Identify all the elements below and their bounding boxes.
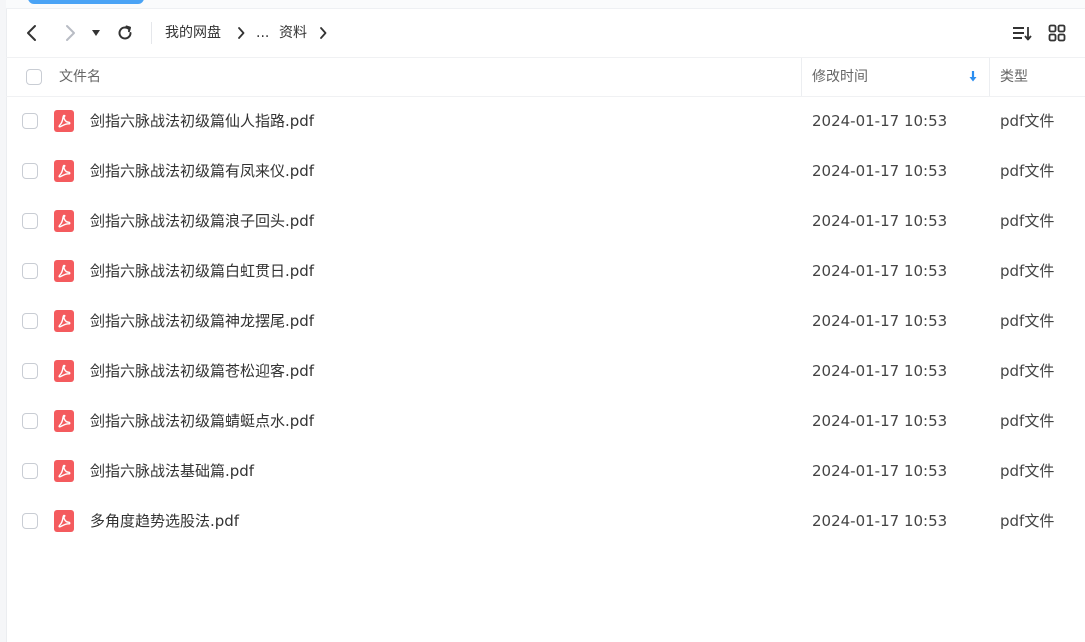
forward-button[interactable] bbox=[58, 21, 82, 45]
file-type: pdf文件 bbox=[1000, 362, 1055, 380]
file-modified-time: 2024-01-17 10:53 bbox=[812, 412, 948, 430]
breadcrumb-separator-icon bbox=[316, 23, 330, 43]
file-modified-time: 2024-01-17 10:53 bbox=[812, 312, 948, 330]
row-checkbox[interactable] bbox=[22, 513, 38, 529]
table-row[interactable]: 剑指六脉战法初级篇苍松迎客.pdf 2024-01-17 10:53 pdf文件 bbox=[6, 346, 1085, 396]
row-checkbox[interactable] bbox=[22, 263, 38, 279]
row-checkbox[interactable] bbox=[22, 463, 38, 479]
pdf-file-icon bbox=[54, 510, 74, 532]
table-row[interactable]: 剑指六脉战法初级篇有凤来仪.pdf 2024-01-17 10:53 pdf文件 bbox=[6, 146, 1085, 196]
sort-list-icon bbox=[1013, 27, 1032, 41]
breadcrumb-current[interactable]: 资料 bbox=[279, 23, 307, 43]
pdf-file-icon bbox=[54, 110, 74, 132]
table-row[interactable]: 剑指六脉战法初级篇蜻蜓点水.pdf 2024-01-17 10:53 pdf文件 bbox=[6, 396, 1085, 446]
table-row[interactable]: 多角度趋势选股法.pdf 2024-01-17 10:53 pdf文件 bbox=[6, 496, 1085, 546]
table-header: 文件名 修改时间 类型 bbox=[6, 57, 1085, 97]
file-modified-time: 2024-01-17 10:53 bbox=[812, 462, 948, 480]
file-type: pdf文件 bbox=[1000, 462, 1055, 480]
table-row[interactable]: 剑指六脉战法初级篇神龙摆尾.pdf 2024-01-17 10:53 pdf文件 bbox=[6, 296, 1085, 346]
file-name[interactable]: 剑指六脉战法初级篇有凤来仪.pdf bbox=[90, 146, 314, 196]
file-name[interactable]: 剑指六脉战法初级篇浪子回头.pdf bbox=[90, 196, 314, 246]
file-name[interactable]: 剑指六脉战法初级篇神龙摆尾.pdf bbox=[90, 296, 314, 346]
file-type: pdf文件 bbox=[1000, 512, 1055, 530]
pdf-file-icon bbox=[54, 360, 74, 382]
file-modified-time: 2024-01-17 10:53 bbox=[812, 512, 948, 530]
file-type: pdf文件 bbox=[1000, 262, 1055, 280]
file-modified-time: 2024-01-17 10:53 bbox=[812, 212, 948, 230]
refresh-icon bbox=[118, 25, 132, 40]
file-type: pdf文件 bbox=[1000, 162, 1055, 180]
row-checkbox[interactable] bbox=[22, 163, 38, 179]
toolbar-divider bbox=[151, 22, 152, 44]
row-checkbox[interactable] bbox=[22, 413, 38, 429]
sort-descending-indicator[interactable] bbox=[968, 70, 978, 84]
pdf-file-icon bbox=[54, 260, 74, 282]
file-modified-time: 2024-01-17 10:53 bbox=[812, 362, 948, 380]
table-row[interactable]: 剑指六脉战法初级篇白虹贯日.pdf 2024-01-17 10:53 pdf文件 bbox=[6, 246, 1085, 296]
pdf-file-icon bbox=[54, 210, 74, 232]
toolbar: 我的网盘 ... 资料 bbox=[6, 9, 1085, 57]
arrow-down-icon bbox=[969, 71, 977, 82]
file-type: pdf文件 bbox=[1000, 212, 1055, 230]
sort-button[interactable] bbox=[1010, 21, 1034, 45]
table-row[interactable]: 剑指六脉战法基础篇.pdf 2024-01-17 10:53 pdf文件 bbox=[6, 446, 1085, 496]
file-name[interactable]: 多角度趋势选股法.pdf bbox=[90, 496, 239, 546]
breadcrumb-root[interactable]: 我的网盘 bbox=[165, 23, 221, 43]
pdf-file-icon bbox=[54, 460, 74, 482]
select-all-checkbox[interactable] bbox=[26, 69, 42, 85]
file-type: pdf文件 bbox=[1000, 112, 1055, 130]
chevron-left-icon bbox=[27, 25, 36, 41]
row-checkbox[interactable] bbox=[22, 113, 38, 129]
pdf-file-icon bbox=[54, 310, 74, 332]
column-header-modified[interactable]: 修改时间 bbox=[812, 58, 868, 96]
grid-view-button[interactable] bbox=[1045, 21, 1069, 45]
file-modified-time: 2024-01-17 10:53 bbox=[812, 262, 948, 280]
file-type: pdf文件 bbox=[1000, 412, 1055, 430]
file-name[interactable]: 剑指六脉战法初级篇白虹贯日.pdf bbox=[90, 246, 314, 296]
caret-down-icon bbox=[92, 30, 100, 36]
file-name[interactable]: 剑指六脉战法基础篇.pdf bbox=[90, 446, 254, 496]
column-divider[interactable] bbox=[989, 58, 990, 96]
file-modified-time: 2024-01-17 10:53 bbox=[812, 162, 948, 180]
column-header-name[interactable]: 文件名 bbox=[59, 58, 101, 96]
column-divider[interactable] bbox=[801, 58, 802, 96]
pdf-file-icon bbox=[54, 410, 74, 432]
chevron-right-icon bbox=[66, 25, 75, 41]
row-checkbox[interactable] bbox=[22, 313, 38, 329]
grid-view-icon bbox=[1048, 24, 1066, 42]
refresh-button[interactable] bbox=[113, 21, 137, 45]
row-checkbox[interactable] bbox=[22, 363, 38, 379]
back-button[interactable] bbox=[20, 21, 44, 45]
file-modified-time: 2024-01-17 10:53 bbox=[812, 112, 948, 130]
active-tab-indicator[interactable] bbox=[28, 0, 144, 4]
table-row[interactable]: 剑指六脉战法初级篇浪子回头.pdf 2024-01-17 10:53 pdf文件 bbox=[6, 196, 1085, 246]
column-header-type[interactable]: 类型 bbox=[1000, 58, 1028, 96]
file-type: pdf文件 bbox=[1000, 312, 1055, 330]
breadcrumb-separator-icon bbox=[234, 23, 248, 43]
top-tab-strip bbox=[6, 0, 1085, 9]
table-row[interactable]: 剑指六脉战法初级篇仙人指路.pdf 2024-01-17 10:53 pdf文件 bbox=[6, 96, 1085, 146]
file-name[interactable]: 剑指六脉战法初级篇仙人指路.pdf bbox=[90, 96, 314, 146]
pdf-file-icon bbox=[54, 160, 74, 182]
breadcrumb-ellipsis[interactable]: ... bbox=[256, 23, 269, 43]
history-dropdown-button[interactable] bbox=[88, 21, 104, 45]
file-name[interactable]: 剑指六脉战法初级篇蜻蜓点水.pdf bbox=[90, 396, 314, 446]
file-name[interactable]: 剑指六脉战法初级篇苍松迎客.pdf bbox=[90, 346, 314, 396]
row-checkbox[interactable] bbox=[22, 213, 38, 229]
